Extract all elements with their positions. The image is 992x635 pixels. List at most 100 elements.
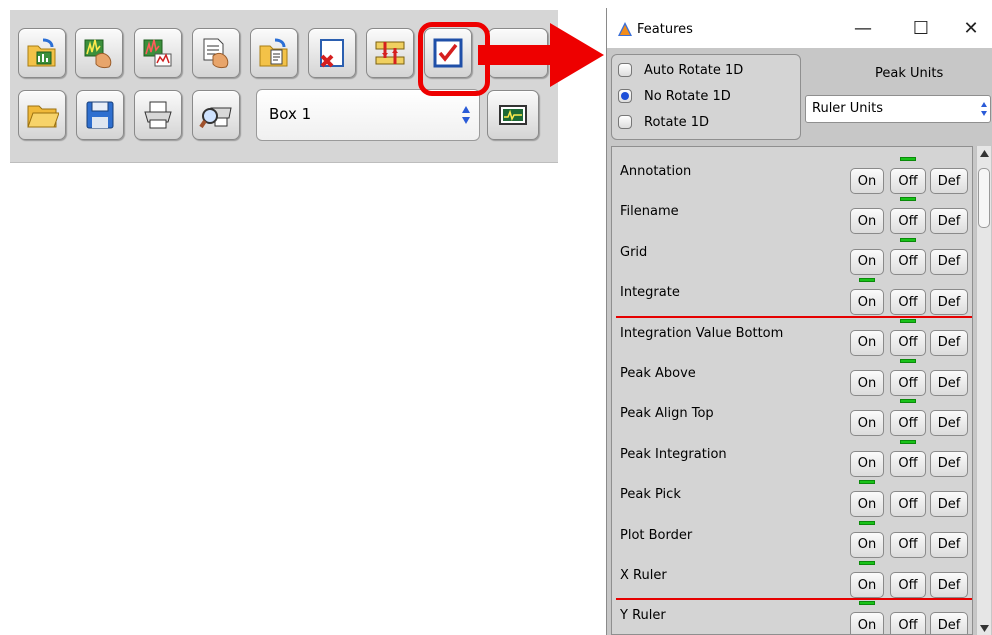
radio-indicator-selected[interactable] <box>618 89 632 103</box>
feature-row: Plot Border On Off Def <box>612 514 972 558</box>
peak-pick-icon <box>84 39 112 69</box>
pointer-arrow-icon <box>478 23 604 87</box>
title-bar: Features — ☐ ✕ <box>607 8 992 48</box>
feature-state-indicator <box>859 520 875 525</box>
radio-indicator[interactable] <box>618 63 632 77</box>
feature-state-indicator <box>859 278 875 283</box>
feature-row: Integrate On Off Def <box>612 271 972 316</box>
feature-row: Integration Value Bottom On Off Def <box>612 312 972 356</box>
feature-state-indicator <box>859 480 875 485</box>
integrate-button[interactable] <box>134 28 182 78</box>
rotate-group: Auto Rotate 1D No Rotate 1D Rotate 1D <box>611 54 801 140</box>
window-title: Features <box>637 22 693 37</box>
close-button[interactable]: ✕ <box>951 14 991 42</box>
feature-label: Y Ruler <box>620 608 666 624</box>
maximize-button[interactable]: ☐ <box>901 14 941 42</box>
minimize-icon: — <box>854 17 872 39</box>
box-select-value: Box 1 <box>269 105 312 123</box>
report-button[interactable] <box>192 28 240 78</box>
scroll-up-button[interactable] <box>977 146 992 160</box>
feature-row: X Ruler On Off Def <box>612 554 972 598</box>
spectrum-view-button[interactable] <box>487 90 539 140</box>
feature-label: Filename <box>620 204 679 220</box>
radio-indicator[interactable] <box>618 115 632 129</box>
scroll-thumb[interactable] <box>978 168 990 228</box>
spectrum-view-icon <box>499 105 527 125</box>
print-button[interactable] <box>134 90 182 140</box>
print-icon <box>144 101 172 129</box>
radio-label: No Rotate 1D <box>644 88 731 104</box>
on-button[interactable]: On <box>850 612 884 634</box>
feature-label: X Ruler <box>620 568 667 583</box>
peak-units-title: Peak Units <box>875 66 944 81</box>
open-document-icon <box>259 38 288 67</box>
save-icon <box>86 101 114 129</box>
toolbar: Box 1 <box>10 10 558 163</box>
arrow-down-icon <box>980 624 989 632</box>
feature-state-indicator <box>900 359 916 363</box>
feature-label: Peak Above <box>620 366 696 381</box>
off-button[interactable]: Off <box>890 612 926 634</box>
feature-row: Annotation On Off Def <box>612 150 972 194</box>
peak-units-value: Ruler Units <box>812 101 884 116</box>
ruler-icon <box>375 41 405 65</box>
spinner-arrows-icon <box>462 106 470 124</box>
radio-label: Rotate 1D <box>644 114 709 130</box>
feature-label: Peak Pick <box>620 487 681 503</box>
feature-state-indicator <box>900 399 916 404</box>
features-client-area: Auto Rotate 1D No Rotate 1D Rotate 1D Pe… <box>607 48 992 635</box>
feature-state-indicator <box>900 439 916 444</box>
peak-units-select[interactable]: Ruler Units <box>805 95 991 123</box>
open-spectrum-icon <box>27 38 56 67</box>
spinner-arrows-icon <box>981 102 987 116</box>
toolbar-divider <box>10 162 558 163</box>
ruler-button[interactable] <box>366 28 414 78</box>
feature-label: Annotation <box>620 164 692 179</box>
feature-state-indicator <box>900 237 916 242</box>
feature-row: Grid On Off Def <box>612 231 972 275</box>
save-button[interactable] <box>76 90 124 140</box>
arrow-up-icon <box>980 149 989 157</box>
print-preview-icon <box>199 107 232 129</box>
maximize-icon: ☐ <box>912 17 930 39</box>
app-icon <box>618 22 632 36</box>
feature-state-indicator <box>900 318 916 323</box>
feature-label: Integrate <box>620 285 680 301</box>
open-folder-button[interactable] <box>18 90 66 140</box>
open-spectrum-button[interactable] <box>18 28 66 78</box>
feature-state-indicator <box>900 197 916 202</box>
box-select[interactable]: Box 1 <box>256 89 480 141</box>
feature-label: Peak Integration <box>620 446 727 462</box>
feature-row: Filename On Off Def <box>612 190 972 235</box>
radio-no-rotate[interactable]: No Rotate 1D <box>618 85 731 107</box>
feature-row: Peak Integration On Off Def <box>612 433 972 477</box>
feature-row: Y Ruler On Off Def <box>612 594 972 634</box>
minimize-button[interactable]: — <box>843 14 883 42</box>
close-icon: ✕ <box>963 17 979 39</box>
print-preview-button[interactable] <box>192 90 240 140</box>
feature-state-indicator <box>859 601 875 606</box>
radio-label: Auto Rotate 1D <box>644 62 744 78</box>
peak-pick-button[interactable] <box>75 28 123 78</box>
radio-rotate[interactable]: Rotate 1D <box>618 111 709 133</box>
feature-label: Grid <box>620 244 648 260</box>
report-icon <box>203 38 229 69</box>
scroll-down-button[interactable] <box>977 621 992 635</box>
feature-row: Peak Align Top On Off Def <box>612 392 972 437</box>
radio-auto-rotate[interactable]: Auto Rotate 1D <box>618 59 743 81</box>
open-folder-icon <box>27 105 59 128</box>
clear-icon <box>320 39 344 68</box>
integrate-icon <box>143 39 172 67</box>
features-scrollbar[interactable] <box>976 146 991 635</box>
feature-state-indicator <box>900 157 916 161</box>
feature-row: Peak Above On Off Def <box>612 352 972 396</box>
def-button[interactable]: Def <box>930 612 968 634</box>
feature-label: Peak Align Top <box>620 406 714 422</box>
clear-button[interactable] <box>308 28 356 78</box>
open-document-button[interactable] <box>250 28 298 78</box>
features-window: Features — ☐ ✕ Auto Rotate 1D No Rotate … <box>606 8 992 635</box>
feature-row: Peak Pick On Off Def <box>612 473 972 518</box>
feature-label: Plot Border <box>620 527 693 543</box>
feature-state-indicator <box>859 561 875 565</box>
features-list: Annotation On Off Def Filename On Off Def Grid On… <box>611 146 973 635</box>
